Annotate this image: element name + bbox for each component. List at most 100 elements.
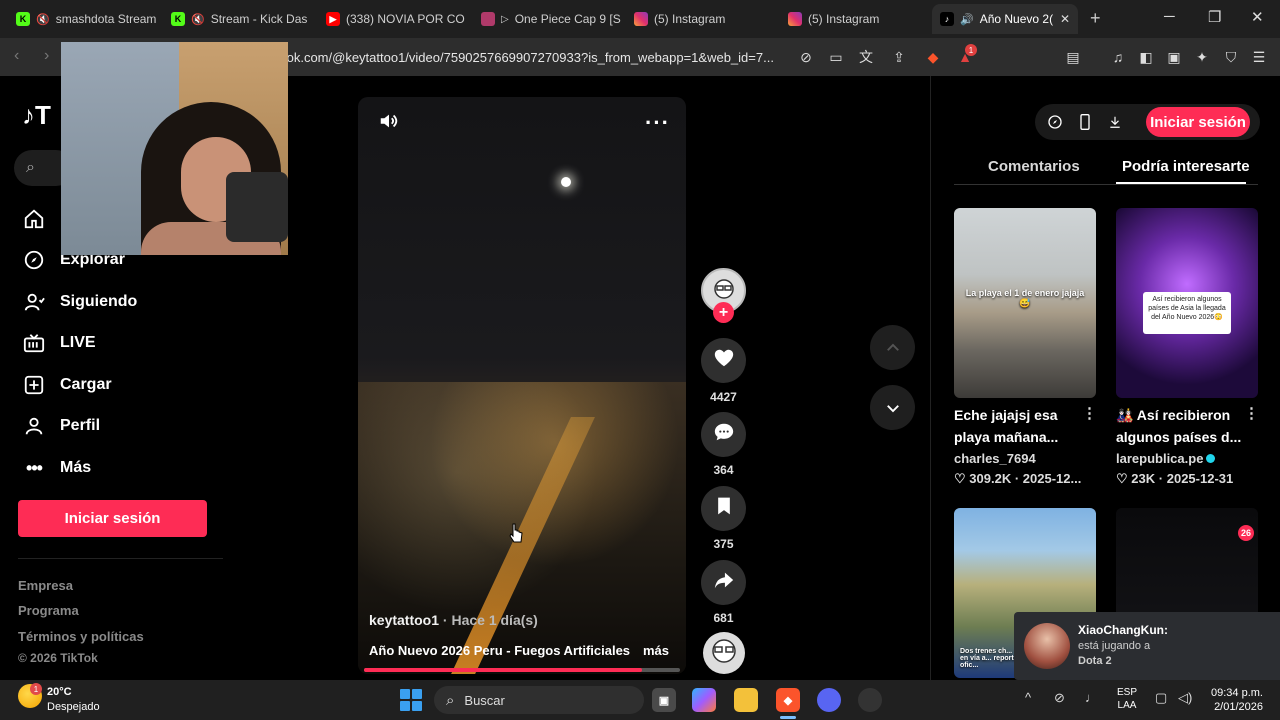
browser-tab[interactable]: (5) Instagram: [626, 4, 776, 34]
copyright-text: © 2026 TikTok: [18, 651, 98, 665]
speaker-icon[interactable]: ◁): [1178, 690, 1192, 706]
footer-link-company[interactable]: Empresa: [18, 578, 73, 593]
like-count: 4427: [710, 390, 737, 404]
toast-game: Dota 2: [1078, 655, 1112, 667]
upload-icon: [22, 373, 46, 397]
share-icon[interactable]: ⇪: [889, 47, 909, 67]
cast-icon[interactable]: ▭: [826, 47, 846, 67]
video-player[interactable]: [358, 97, 686, 674]
tiktok-logo[interactable]: ♪T: [22, 100, 51, 131]
next-video-button[interactable]: [870, 385, 915, 430]
card-author[interactable]: larepublica.pe: [1116, 451, 1216, 466]
nav-item-upload[interactable]: Cargar: [22, 373, 112, 397]
clock[interactable]: 09:34 p.m. 2/01/2026: [1205, 686, 1263, 714]
sidebar-icon[interactable]: ◧: [1136, 47, 1156, 67]
footer-link-terms[interactable]: Términos y políticas: [18, 629, 144, 644]
save-button[interactable]: [701, 486, 746, 531]
close-tab-icon[interactable]: ✕: [1060, 12, 1070, 26]
media-icon[interactable]: ♫: [1108, 47, 1128, 67]
wallet-icon[interactable]: ▣: [1164, 47, 1184, 67]
video-progress-bar[interactable]: [364, 668, 680, 672]
task-view-icon[interactable]: ▣: [652, 688, 676, 712]
nav-home[interactable]: [22, 207, 46, 231]
mute-icon: 🔇: [36, 13, 50, 26]
card-more-icon[interactable]: ⋮: [1244, 404, 1259, 422]
card-more-icon[interactable]: ⋮: [1082, 404, 1097, 422]
menu-icon[interactable]: ☰: [1249, 47, 1269, 67]
login-button-top[interactable]: Iniciar sesión: [1146, 107, 1250, 137]
tab-recommended[interactable]: Podría interesarte: [1122, 158, 1250, 175]
maximize-button[interactable]: ❐: [1208, 8, 1221, 26]
steam-icon[interactable]: [858, 688, 882, 712]
sound-avatar[interactable]: [703, 632, 745, 674]
file-explorer-icon[interactable]: [734, 688, 758, 712]
card-meta: ♡ 309.2K · 2025-12...: [954, 471, 1081, 487]
new-tab-button[interactable]: +: [1090, 8, 1101, 29]
taskbar-search[interactable]: ⌕ Buscar: [434, 686, 644, 714]
start-button[interactable]: [400, 689, 422, 711]
microsoft365-icon[interactable]: [692, 688, 716, 712]
microphone-icon[interactable]: ♩: [1085, 690, 1098, 705]
clock-date: 2/01/2026: [1214, 701, 1263, 713]
card-likes: 23K: [1131, 471, 1156, 486]
volume-icon[interactable]: [378, 110, 400, 132]
network-off-icon[interactable]: ⊘: [1054, 690, 1065, 706]
browser-tab[interactable]: ▷ One Piece Cap 9 [S: [473, 4, 623, 34]
discord-icon[interactable]: [817, 688, 841, 712]
heart-outline-icon: ♡: [954, 471, 966, 486]
show-hidden-icons-icon[interactable]: ^: [1025, 690, 1031, 705]
language-top: ESP: [1117, 687, 1138, 698]
leo-ai-icon[interactable]: ✦: [1192, 47, 1212, 67]
browser-tab[interactable]: (5) Instagram: [780, 4, 930, 34]
card-author-name[interactable]: larepublica.pe: [1116, 451, 1203, 466]
browser-tab[interactable]: ▶ (338) NOVIA POR CO: [318, 4, 468, 34]
no-video-icon[interactable]: ⊘: [796, 47, 816, 67]
previous-video-button[interactable]: [870, 325, 915, 370]
mobile-icon[interactable]: [1076, 113, 1094, 131]
browser-tab[interactable]: K 🔇 smashdota Stream: [8, 4, 158, 34]
description-more-link[interactable]: más: [643, 643, 669, 658]
vpn-icon[interactable]: ⛉: [1221, 47, 1241, 67]
share-button[interactable]: [701, 560, 746, 605]
video-thumbnail[interactable]: La playa el 1 de enero jajaja 😅: [954, 208, 1096, 398]
brave-shield-icon[interactable]: ◆: [923, 47, 943, 67]
nav-item-profile[interactable]: Perfil: [22, 414, 100, 438]
video-more-icon[interactable]: ···: [645, 110, 670, 136]
weather-temperature[interactable]: 20°C: [47, 686, 72, 698]
search-icon: ⌕: [446, 691, 455, 709]
comment-button[interactable]: [701, 412, 746, 457]
tab-comments[interactable]: Comentarios: [988, 158, 1080, 175]
forward-button[interactable]: ›: [44, 47, 49, 65]
nav-item-live[interactable]: LIVE: [22, 331, 96, 355]
card-author[interactable]: charles_7694: [954, 451, 1036, 466]
brave-browser-icon[interactable]: ◆: [776, 688, 800, 712]
browser-tab[interactable]: K 🔇 Stream - Kick Das: [163, 4, 313, 34]
reader-mode-icon[interactable]: ▤: [1063, 47, 1083, 67]
nav-item-following[interactable]: Siguiendo: [22, 290, 137, 314]
footer-link-program[interactable]: Programa: [18, 603, 79, 618]
video-author[interactable]: keytattoo1 · Hace 1 día(s): [369, 612, 538, 628]
game-activity-toast[interactable]: XiaoChangKun: está jugando a Dota 2: [1014, 612, 1280, 680]
translate-icon[interactable]: 文: [856, 47, 876, 67]
video-thumbnail[interactable]: Así recibieron algunos países de Asia la…: [1116, 208, 1258, 398]
minimize-button[interactable]: ─: [1164, 8, 1175, 25]
video-description: Año Nuevo 2026 Peru - Fuegos Artificiale…: [369, 643, 631, 658]
back-button[interactable]: ‹: [14, 47, 19, 65]
login-button[interactable]: Iniciar sesión: [18, 500, 207, 537]
follow-button[interactable]: +: [713, 302, 734, 323]
instagram-icon: [634, 12, 648, 26]
language-indicator[interactable]: ESP LAA: [1117, 686, 1137, 712]
close-window-button[interactable]: ✕: [1251, 8, 1264, 26]
video-username[interactable]: keytattoo1: [369, 612, 439, 628]
display-icon[interactable]: ▢: [1155, 690, 1167, 706]
browser-tab-active[interactable]: ♪ 🔊 Año Nuevo 2( ✕: [932, 4, 1078, 34]
card-title[interactable]: 🎎 Así recibieron algunos países d...: [1116, 404, 1246, 448]
weather-description[interactable]: Despejado: [47, 701, 100, 713]
anime-site-icon: [481, 12, 495, 26]
card-title[interactable]: Eche jajajsj esa playa mañana...: [954, 404, 1089, 448]
address-bar[interactable]: tiktok.com/@keytattoo1/video/75902576699…: [270, 43, 790, 71]
like-button[interactable]: [701, 338, 746, 383]
nav-item-more[interactable]: ••• Más: [22, 456, 91, 480]
compass-icon[interactable]: [1046, 113, 1064, 131]
download-icon[interactable]: [1106, 113, 1124, 131]
